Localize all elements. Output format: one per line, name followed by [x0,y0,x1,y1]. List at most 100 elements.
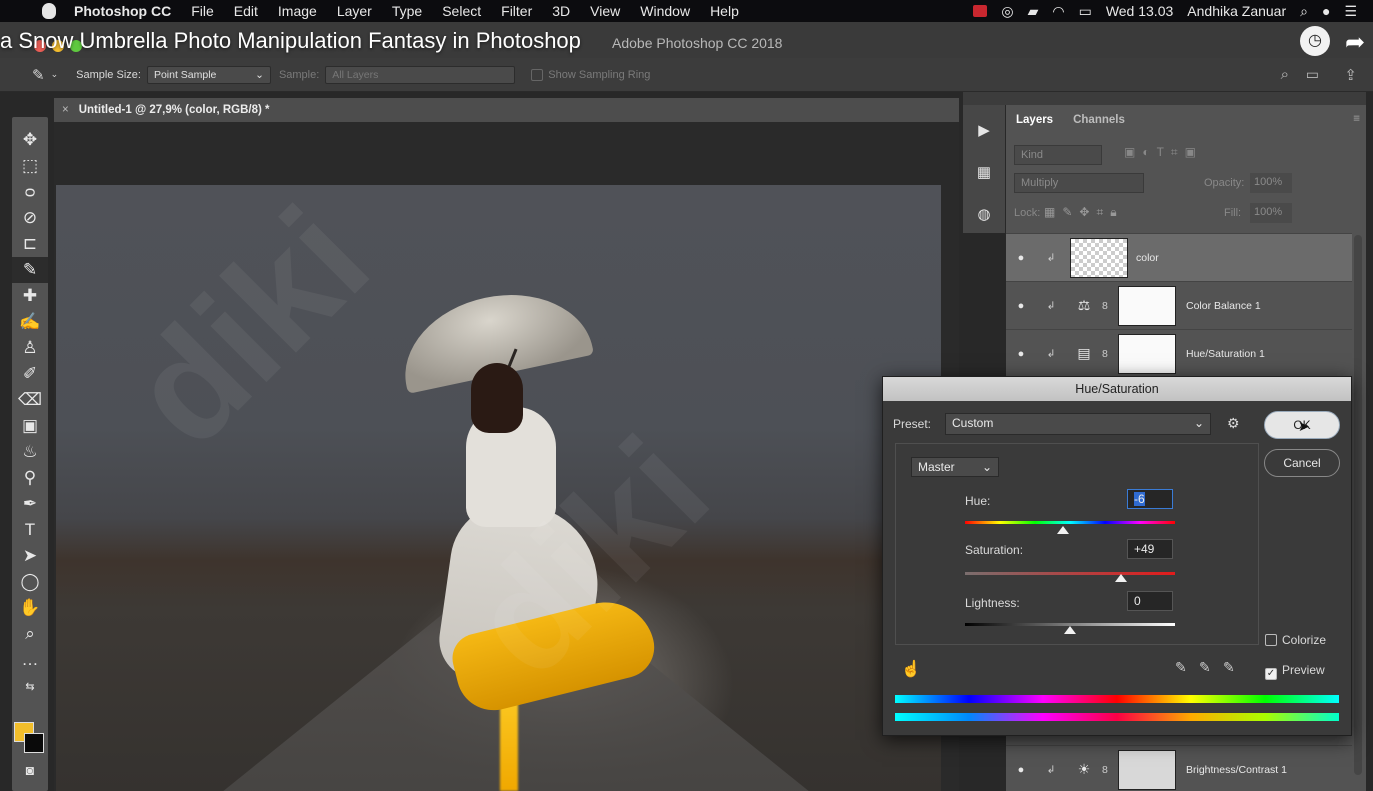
menu-window[interactable]: Window [640,3,690,19]
menu-help[interactable]: Help [710,3,739,19]
saturation-slider-track[interactable] [965,572,1175,575]
path-selection-tool-icon[interactable]: ➤ [12,543,48,569]
move-tool-icon[interactable]: ✥ [12,127,48,153]
watch-later-icon[interactable]: ◷ [1300,26,1330,56]
apple-icon[interactable] [42,3,56,19]
show-sampling-ring-checkbox[interactable] [531,68,544,81]
adjustments-icon[interactable]: ◍ [963,193,1005,235]
hue-slider-track[interactable] [965,521,1175,524]
menu-filter[interactable]: Filter [501,3,532,19]
document-tab[interactable]: × Untitled-1 @ 27,9% (color, RGB/8) * [54,98,959,122]
targeted-adjustment-hand-icon[interactable]: ☝ [901,659,921,679]
wifi-icon[interactable]: ◠ [1052,3,1064,20]
swap-colors-icon[interactable]: ⇆ [12,673,48,699]
lasso-tool-icon[interactable]: ᴑ [12,179,48,205]
healing-brush-tool-icon[interactable]: ✚ [12,283,48,309]
sample-size-select[interactable]: Point Sample ⌄ [146,65,271,84]
layer-row[interactable]: ● ↲ ⚖ 8 Color Balance 1 [1006,281,1352,329]
filter-icons[interactable]: ▣◐T⌗▣ [1124,145,1203,160]
tab-channels[interactable]: Channels [1063,114,1135,126]
lightness-slider-knob[interactable] [1064,626,1076,634]
menu-image[interactable]: Image [278,3,317,19]
layer-row[interactable]: ● ↲ ☀ 8 Brightness/Contrast 1 [1006,745,1352,791]
eye-icon[interactable]: ● [1006,300,1036,312]
messages-icon[interactable]: ▰ [1028,3,1039,20]
layers-scrollbar[interactable] [1354,235,1362,775]
add-to-sample-eyedropper-icon[interactable]: ✎ [1199,659,1211,676]
clock[interactable]: Wed 13.03 [1106,3,1173,19]
lock-icons[interactable]: ▦✎✥⌗🔒︎ [1044,205,1124,220]
saturation-input[interactable]: +49 [1127,539,1173,559]
quick-selection-tool-icon[interactable]: ⊘ [12,205,48,231]
subtract-from-sample-eyedropper-icon[interactable]: ✎ [1223,659,1235,676]
dodge-tool-icon[interactable]: ⚲ [12,465,48,491]
quick-mask-icon[interactable]: ◙ [12,757,48,783]
lightness-input[interactable]: 0 [1127,591,1173,611]
notification-center-icon[interactable]: ☰ [1344,3,1357,20]
app-menu[interactable]: Photoshop CC [74,3,171,19]
menu-3d[interactable]: 3D [552,3,570,19]
eye-icon[interactable]: ● [1006,252,1036,264]
pen-tool-icon[interactable]: ✒ [12,491,48,517]
record-icon[interactable] [973,5,988,17]
menu-select[interactable]: Select [442,3,481,19]
preset-select[interactable]: Custom ⌄ [945,413,1211,435]
blend-mode-select[interactable]: Multiply [1014,173,1144,193]
clone-stamp-tool-icon[interactable]: ♙ [12,335,48,361]
fill-field[interactable]: 100% [1250,203,1292,223]
preset-gear-icon[interactable]: ⚙ [1227,415,1240,432]
search-icon[interactable]: ⌕ [1281,66,1289,83]
menu-file[interactable]: File [191,3,214,19]
workspace-icon[interactable]: ▭ [1306,66,1319,83]
menu-edit[interactable]: Edit [234,3,258,19]
layer-row[interactable]: ● ↲ ▤ 8 Hue/Saturation 1 [1006,329,1352,377]
zoom-tool-icon[interactable]: ⌕ [12,621,48,647]
marquee-tool-icon[interactable]: ⬚ [12,153,48,179]
gradient-tool-icon[interactable]: ▣ [12,413,48,439]
filter-kind-select[interactable]: Kind [1014,145,1102,165]
menu-type[interactable]: Type [392,3,422,19]
layer-row[interactable]: ● ↲ color [1006,233,1352,281]
hue-slider-knob[interactable] [1057,526,1069,534]
sample-select[interactable]: All Layers [325,65,516,84]
cancel-button[interactable]: Cancel [1264,449,1340,477]
brush-tool-icon[interactable]: ✍ [12,309,48,335]
hue-input[interactable]: -6 [1127,489,1173,509]
battery-icon[interactable]: ▭ [1079,3,1092,20]
more-tools-icon[interactable]: … [12,647,48,673]
ellipse-tool-icon[interactable]: ◯ [12,569,48,595]
blur-tool-icon[interactable]: ♨ [12,439,48,465]
colorize-checkbox[interactable] [1265,634,1277,646]
menu-layer[interactable]: Layer [337,3,372,19]
eye-icon[interactable]: ● [1006,764,1036,776]
eye-icon[interactable]: ● [1006,348,1036,360]
share-export-icon[interactable]: ⇪ [1344,66,1357,84]
hand-tool-icon[interactable]: ✋ [12,595,48,621]
eraser-tool-icon[interactable]: ⌫ [12,387,48,413]
tab-layers[interactable]: Layers [1006,114,1063,126]
creative-cloud-icon[interactable]: ◎ [1001,3,1013,20]
eyedropper-tool-active-icon[interactable]: ✎ [12,257,48,283]
user-name[interactable]: Andhika Zanuar [1187,3,1286,19]
actions-play-icon[interactable]: ▶ [963,109,1005,151]
eyedropper-tool-icon[interactable]: ✎ [32,66,45,84]
history-brush-tool-icon[interactable]: ✐ [12,361,48,387]
menu-view[interactable]: View [590,3,620,19]
document-canvas[interactable] [56,185,941,791]
siri-icon[interactable]: ● [1322,3,1330,19]
type-tool-icon[interactable]: T [12,517,48,543]
preview-checkbox[interactable]: ✓ [1265,668,1277,680]
share-icon[interactable]: ➦ [1345,28,1365,57]
swatches-grid-icon[interactable]: ▦ [963,151,1005,193]
spotlight-icon[interactable]: ⌕ [1300,3,1308,20]
close-document-icon[interactable]: × [62,104,69,116]
colorize-option[interactable]: Colorize [1265,633,1326,647]
channel-select[interactable]: Master ⌄ [911,457,999,477]
preview-option[interactable]: ✓ Preview [1265,663,1325,680]
panel-menu-icon[interactable]: ≡ [1353,113,1360,125]
eyedropper-icon[interactable]: ✎ [1175,659,1187,676]
saturation-slider-knob[interactable] [1115,574,1127,582]
background-color-swatch[interactable] [24,733,44,753]
crop-tool-icon[interactable]: ⊏ [12,231,48,257]
tool-preset-chevron-icon[interactable]: ⌄ [51,69,59,80]
